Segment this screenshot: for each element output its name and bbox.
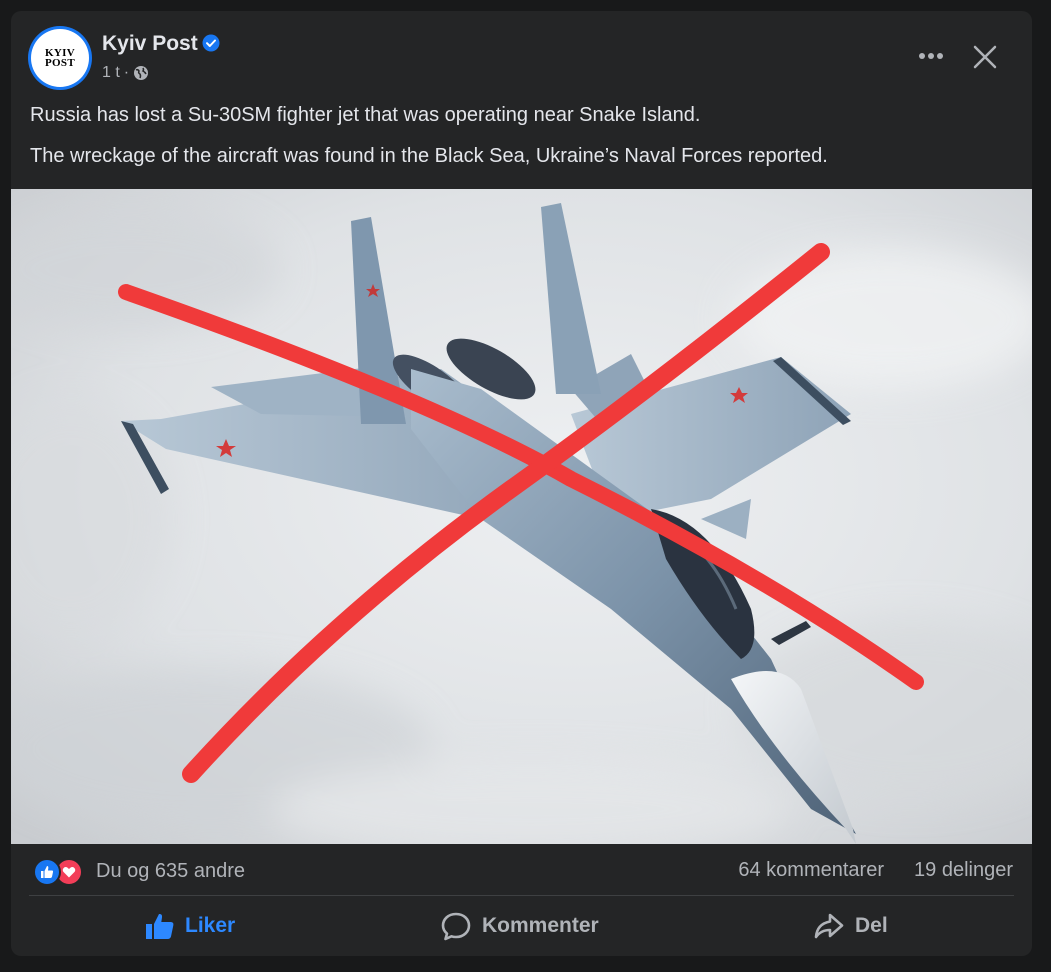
globe-icon xyxy=(134,66,149,80)
page-name[interactable]: Kyiv Post xyxy=(102,32,198,56)
close-icon xyxy=(973,45,997,69)
post-header: KYIV POST Kyiv Post 1 t · xyxy=(11,11,1032,101)
post-image[interactable] xyxy=(11,189,1032,844)
like-label: Liker xyxy=(185,914,236,937)
avatar-text-line2: POST xyxy=(45,57,75,69)
meta-separator: · xyxy=(123,64,130,81)
more-options-button[interactable] xyxy=(911,41,951,71)
post-text-line-1: Russia has lost a Su-30SM fighter jet th… xyxy=(30,104,701,126)
post-card: KYIV POST Kyiv Post 1 t · Russia has los… xyxy=(11,11,1032,956)
fighter-jet-photo xyxy=(11,189,1032,844)
comments-count[interactable]: 64 kommentarer xyxy=(738,859,884,882)
share-label: Del xyxy=(855,914,888,937)
divider xyxy=(29,895,1014,896)
post-text-line-2: The wreckage of the aircraft was found i… xyxy=(30,145,828,167)
post-text: Russia has lost a Su-30SM fighter jet th… xyxy=(30,101,1010,183)
share-icon xyxy=(814,913,844,939)
post-time[interactable]: 1 t xyxy=(102,64,120,82)
post-actions: Liker Kommenter Del xyxy=(11,903,1032,949)
reactions-summary[interactable]: Du og 635 andre xyxy=(96,860,245,883)
like-icon xyxy=(146,913,174,939)
reaction-icons[interactable] xyxy=(33,858,83,886)
post-meta: 1 t · xyxy=(102,64,149,82)
more-options-icon xyxy=(919,53,943,59)
close-button[interactable] xyxy=(967,39,1003,75)
comment-label: Kommenter xyxy=(482,914,599,937)
like-reaction-icon xyxy=(33,858,61,886)
verified-badge-icon xyxy=(202,34,220,52)
shares-count[interactable]: 19 delinger xyxy=(914,859,1013,882)
share-button[interactable]: Del xyxy=(813,906,888,946)
post-stats: Du og 635 andre 64 kommentarer 19 deling… xyxy=(11,849,1032,894)
like-button[interactable]: Liker xyxy=(145,906,235,946)
comment-icon xyxy=(441,912,471,941)
page-avatar[interactable]: KYIV POST xyxy=(31,29,89,87)
comment-button[interactable]: Kommenter xyxy=(440,906,599,946)
